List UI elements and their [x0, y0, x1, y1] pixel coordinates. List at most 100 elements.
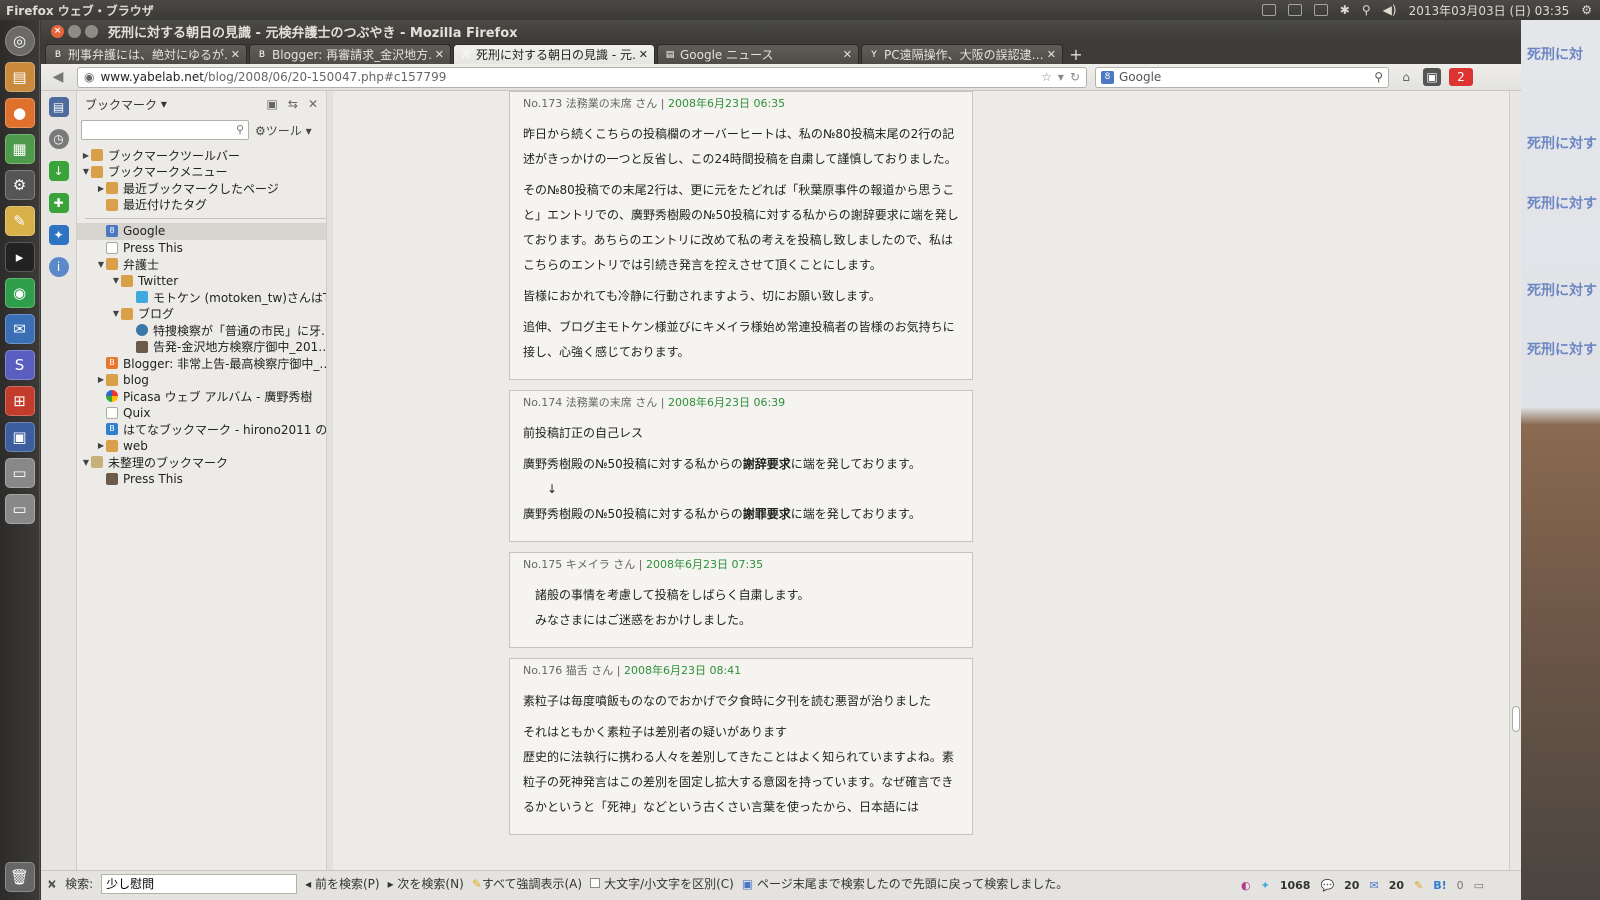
keyboard-indicator-icon[interactable]	[1261, 4, 1276, 16]
comment-date-link[interactable]: 2008年6月23日 06:35	[668, 97, 785, 110]
vertical-scrollbar[interactable]	[1509, 91, 1521, 870]
history-icon[interactable]: ◷	[48, 129, 69, 149]
bookmark-folder[interactable]: ▶ ブックマークツールバー	[77, 147, 326, 164]
bookmark-item[interactable]: 8 Google	[77, 223, 326, 240]
chevron-down-icon[interactable]: ▾	[157, 97, 167, 111]
volume-icon[interactable]: ◀)	[1383, 3, 1397, 17]
bookmark-folder[interactable]: ▶ web	[77, 438, 326, 455]
addon-status-icon[interactable]: ◐	[1241, 879, 1251, 892]
home-icon[interactable]: ⌂	[1397, 68, 1415, 86]
bookmark-folder[interactable]: ▼ 弁護士	[77, 256, 326, 273]
close-window-icon[interactable]: ×	[51, 24, 64, 38]
drive-icon[interactable]: ▭	[4, 458, 35, 488]
mail-indicator-icon[interactable]	[1287, 4, 1302, 16]
back-arrow-icon[interactable]: ◀	[47, 69, 69, 85]
tab[interactable]: ▤ Google ニュース ✕	[657, 44, 859, 64]
close-addon-bar-icon[interactable]: ✕	[47, 879, 56, 892]
comment-status-icon[interactable]: 💬	[1320, 879, 1334, 892]
tab[interactable]: B 刑事弁護には、絶対にゆるが… ✕	[45, 44, 247, 64]
bookmark-item[interactable]: 告発-金沢地方検察庁御中_201…	[77, 339, 326, 356]
downloads-icon[interactable]: ↓	[48, 161, 69, 181]
expanded-twisty-icon[interactable]: ▼	[96, 260, 106, 269]
page-feed-icon[interactable]: ▾	[1058, 70, 1064, 84]
expanded-twisty-icon[interactable]: ▼	[111, 309, 121, 318]
bookmark-folder[interactable]: ▼ ブログ	[77, 306, 326, 323]
find-next-button[interactable]: ▸ 次を検索(N)	[388, 875, 464, 892]
expanded-twisty-icon[interactable]: ▼	[81, 458, 91, 467]
site-identity-icon[interactable]: ◉	[84, 70, 94, 84]
bookmark-item[interactable]: Picasa ウェブ アルバム - 廣野秀樹	[77, 388, 326, 405]
bookmark-item[interactable]: Quix	[77, 405, 326, 422]
hatena-status-icon[interactable]: B!	[1433, 879, 1446, 892]
find-input[interactable]	[101, 873, 298, 894]
bookmark-folder[interactable]: ▶ 最近ブックマークしたページ	[77, 180, 326, 197]
bluetooth-icon[interactable]: ✱	[1340, 3, 1350, 17]
bookmark-folder[interactable]: ▶ blog	[77, 372, 326, 389]
minimize-window-icon[interactable]	[68, 24, 81, 38]
sync-icon[interactable]: ⇆	[288, 97, 298, 111]
bookmark-folder[interactable]: ▼ Twitter	[77, 273, 326, 290]
bookmarks-sidebar-icon[interactable]: ▤	[48, 97, 69, 117]
chat-status-icon[interactable]: ▭	[1474, 879, 1484, 892]
comment-date-link[interactable]: 2008年6月23日 08:41	[624, 664, 741, 677]
terminal-icon[interactable]: ▸	[4, 242, 35, 272]
bookmark-folder[interactable]: 最近付けたタグ	[77, 197, 326, 214]
close-tab-icon[interactable]: ✕	[639, 48, 648, 61]
tools-menu-button[interactable]: ⚙ツール ▾	[255, 122, 312, 139]
firefox-icon[interactable]: ●	[4, 98, 35, 128]
close-tab-icon[interactable]: ✕	[231, 48, 240, 61]
bookmark-item[interactable]: 特捜検察が「普通の市民」に牙…	[77, 322, 326, 339]
addon-icon[interactable]: ▣	[1423, 68, 1441, 86]
close-tab-icon[interactable]: ✕	[1047, 48, 1056, 61]
search-bar[interactable]: 8 Google ⚲	[1095, 66, 1389, 88]
scrollbar-thumb[interactable]	[1512, 706, 1520, 732]
close-sidebar-icon[interactable]: ✕	[308, 97, 318, 111]
dash-home-icon[interactable]: ◎	[4, 26, 35, 56]
collapsed-twisty-icon[interactable]: ▶	[96, 441, 106, 450]
addons-puzzle-icon[interactable]: ✚	[48, 193, 69, 213]
settings-icon[interactable]: ⚙	[4, 170, 35, 200]
close-tab-icon[interactable]: ✕	[843, 48, 852, 61]
maximize-window-icon[interactable]	[85, 24, 98, 38]
bookmark-folder[interactable]: ▼ 未整理のブックマーク	[77, 454, 326, 471]
system-gear-icon[interactable]: ⚙	[1581, 3, 1592, 17]
highlight-all-button[interactable]: ✎すべて強調表示(A)	[472, 875, 582, 892]
workspace-switcher-icon[interactable]: ▣	[4, 422, 35, 452]
close-tab-icon[interactable]: ✕	[435, 48, 444, 61]
bookmark-search-input[interactable]: ⚲	[81, 120, 249, 140]
bookmark-item[interactable]: Press This	[77, 240, 326, 257]
new-tab-icon[interactable]: +	[1065, 46, 1087, 64]
organize-icon[interactable]: ▣	[267, 97, 278, 111]
info-icon[interactable]: i	[48, 257, 69, 277]
bookmark-star-icon[interactable]: ☆	[1041, 70, 1052, 84]
tab[interactable]: Y PC遠隔操作、大阪の誤認逮… ✕	[861, 44, 1063, 64]
expanded-twisty-icon[interactable]: ▼	[111, 276, 121, 285]
windows-app-icon[interactable]: ⊞	[4, 386, 35, 416]
extension-icon[interactable]: ✦	[48, 225, 69, 245]
trash-icon[interactable]: 🗑	[4, 862, 35, 892]
match-case-checkbox[interactable]: 大文字/小文字を区別(C)	[590, 875, 734, 892]
twitter-status-icon[interactable]: ✦	[1261, 879, 1270, 892]
reload-icon[interactable]: ↻	[1070, 70, 1080, 84]
tab-active[interactable]: 元 死刑に対する朝日の見識 - 元… ✕	[453, 44, 655, 64]
files-icon[interactable]: ▤	[4, 62, 35, 92]
network-icon[interactable]: ⚲	[1362, 3, 1371, 17]
app-icon[interactable]: S	[4, 350, 35, 380]
url-bar[interactable]: ◉ www.yabelab.net/blog/2008/06/20-150047…	[77, 66, 1087, 88]
bookmark-folder[interactable]: ▼ ブックマークメニュー	[77, 164, 326, 181]
expanded-twisty-icon[interactable]: ▼	[81, 167, 91, 176]
search-engine-icon[interactable]: 8	[1101, 70, 1114, 84]
thunderbird-icon[interactable]: ✉	[4, 314, 35, 344]
bookmark-item[interactable]: B Blogger: 非常上告-最高検察庁御中_…	[77, 355, 326, 372]
battery-indicator-icon[interactable]	[1313, 4, 1328, 16]
find-previous-button[interactable]: ◂ 前を検索(P)	[305, 875, 379, 892]
drive-icon-2[interactable]: ▭	[4, 494, 35, 524]
bookmark-item[interactable]: Press This	[77, 471, 326, 488]
collapsed-twisty-icon[interactable]: ▶	[96, 375, 106, 384]
collapsed-twisty-icon[interactable]: ▶	[96, 184, 106, 193]
mail-status-icon[interactable]: ✉	[1369, 879, 1378, 892]
bookmark-item[interactable]: モトケン (motoken_tw)さんはT…	[77, 289, 326, 306]
search-icon[interactable]: ⚲	[1374, 70, 1383, 84]
bookmark-item[interactable]: B はてなブックマーク - hirono2011 のブ…	[77, 421, 326, 438]
spreadsheet-icon[interactable]: ▦	[4, 134, 35, 164]
